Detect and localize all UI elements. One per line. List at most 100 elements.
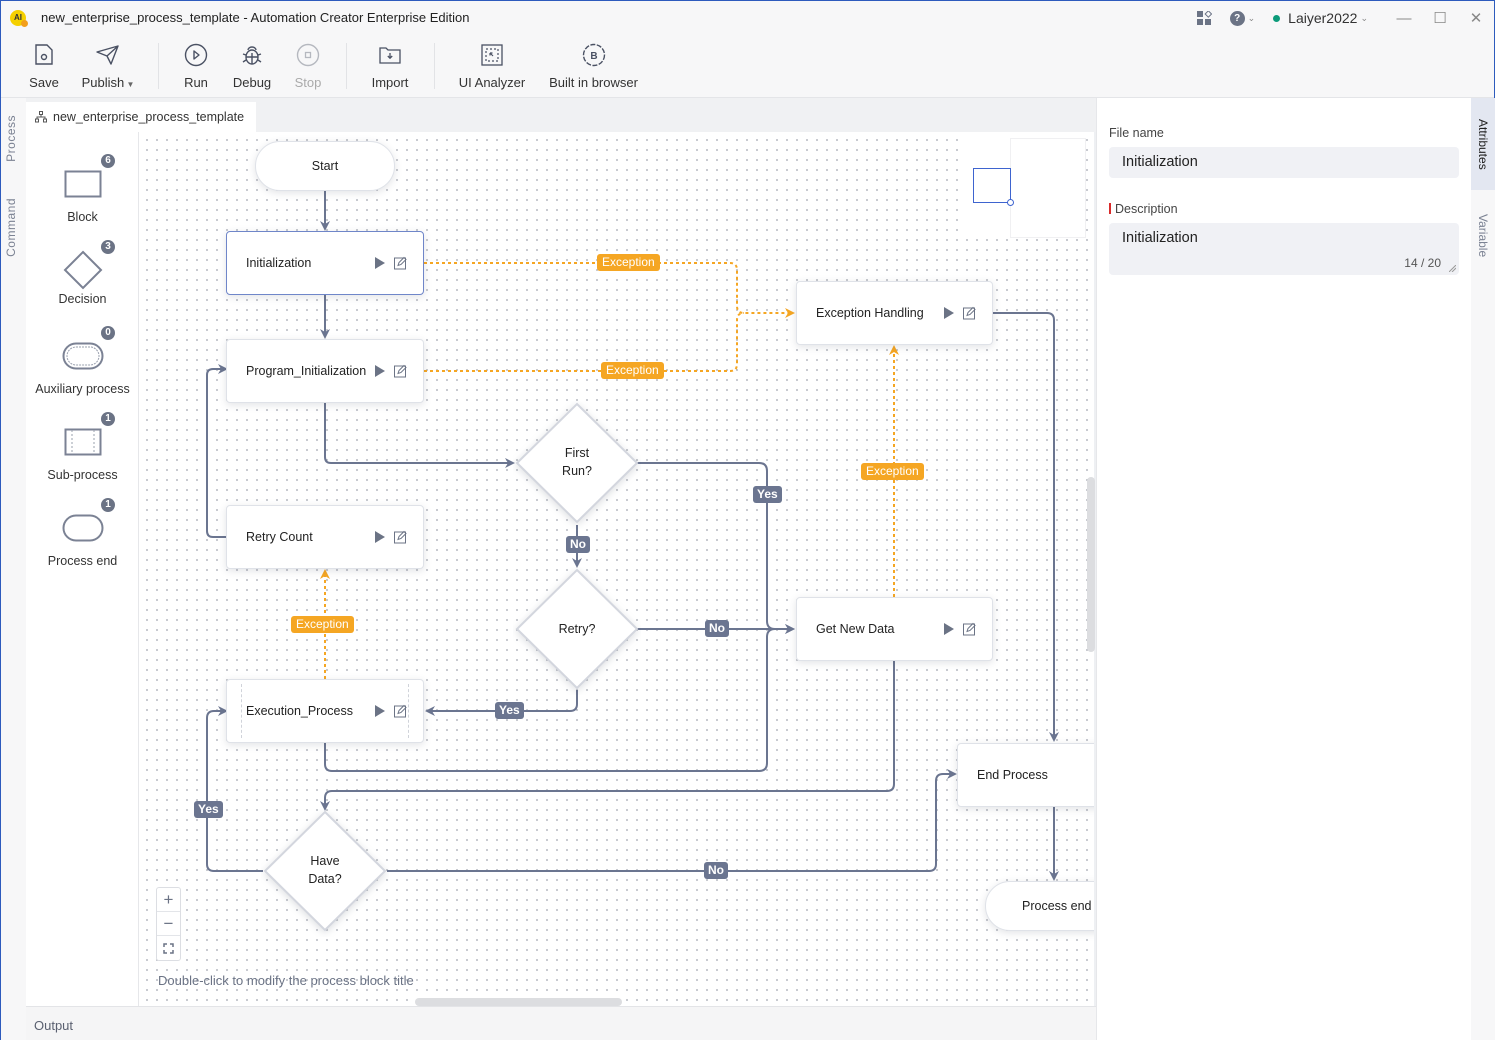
decision-label: Retry? bbox=[558, 622, 596, 636]
block-title: Program_Initialization bbox=[246, 364, 367, 378]
block-program-initialization[interactable]: Program_Initialization bbox=[226, 339, 424, 403]
publish-icon bbox=[96, 45, 119, 65]
run-block-icon[interactable] bbox=[944, 623, 954, 635]
file-name-input[interactable]: Initialization bbox=[1109, 147, 1459, 178]
minimap[interactable] bbox=[965, 135, 1086, 238]
exception-label: Exception bbox=[291, 616, 354, 633]
resize-handle-icon[interactable] bbox=[1449, 265, 1456, 272]
flowchart-icon bbox=[35, 111, 47, 123]
debug-button[interactable]: Debug bbox=[230, 41, 274, 90]
edit-icon[interactable] bbox=[394, 530, 407, 544]
browser-icon: B bbox=[582, 43, 605, 67]
palette-item-decision[interactable]: 3 Decision bbox=[26, 240, 139, 306]
toolbar-divider bbox=[434, 43, 435, 89]
palette-item-block[interactable]: 6 Block bbox=[26, 154, 139, 224]
help-menu[interactable]: ? ⌄ bbox=[1229, 10, 1255, 26]
edit-icon[interactable] bbox=[963, 622, 976, 636]
close-button[interactable]: ✕ bbox=[1458, 9, 1494, 27]
flow-canvas[interactable]: Start Initialization Program_Initializat… bbox=[139, 132, 1096, 1006]
exception-label: Exception bbox=[597, 254, 660, 271]
edge-program-init-exception[interactable] bbox=[424, 312, 745, 372]
document-tab-bar: new_enterprise_process_template bbox=[26, 98, 1096, 132]
fit-screen-icon bbox=[163, 942, 174, 954]
block-title: Initialization bbox=[246, 256, 312, 270]
tab-variable[interactable]: Variable bbox=[1471, 190, 1495, 282]
block-icon bbox=[64, 170, 101, 198]
ui-analyzer-icon bbox=[481, 44, 503, 66]
run-block-icon[interactable] bbox=[375, 531, 385, 543]
count-badge: 1 bbox=[101, 498, 115, 512]
run-icon bbox=[184, 43, 208, 67]
subprocess-marker bbox=[241, 684, 242, 738]
online-status-icon bbox=[1273, 14, 1281, 22]
block-exception-handling[interactable]: Exception Handling bbox=[796, 281, 993, 345]
horizontal-scrollbar[interactable] bbox=[415, 998, 622, 1006]
block-retry-count[interactable]: Retry Count bbox=[226, 505, 424, 569]
import-button[interactable]: Import bbox=[367, 41, 413, 90]
minimize-button[interactable]: — bbox=[1386, 10, 1422, 27]
built-in-browser-button[interactable]: B Built in browser bbox=[546, 41, 641, 90]
publish-button[interactable]: Publish ▼ bbox=[79, 41, 137, 90]
block-end-process[interactable]: End Process bbox=[957, 743, 1096, 807]
palette-label: Decision bbox=[58, 292, 107, 306]
edit-icon[interactable] bbox=[394, 364, 407, 378]
fit-to-screen-button[interactable] bbox=[157, 936, 180, 960]
zoom-controls: + − bbox=[156, 887, 181, 961]
process-end-node[interactable]: Process end bbox=[985, 881, 1096, 931]
tab-attributes[interactable]: Attributes bbox=[1471, 98, 1495, 190]
subprocess-marker bbox=[408, 684, 409, 738]
run-block-icon[interactable] bbox=[375, 705, 385, 717]
tab-process[interactable]: Process bbox=[4, 115, 18, 162]
zoom-out-button[interactable]: − bbox=[157, 912, 180, 936]
apps-button[interactable] bbox=[1196, 10, 1212, 26]
tab-command[interactable]: Command bbox=[4, 198, 18, 257]
required-marker bbox=[1109, 203, 1111, 214]
start-node[interactable]: Start bbox=[255, 141, 395, 191]
palette-label: Block bbox=[67, 210, 98, 224]
block-initialization[interactable]: Initialization bbox=[226, 231, 424, 295]
run-block-icon[interactable] bbox=[375, 257, 385, 269]
save-button[interactable]: Save bbox=[27, 41, 61, 90]
user-name: Laiyer2022 bbox=[1288, 10, 1358, 26]
bug-icon bbox=[242, 46, 262, 65]
edit-icon[interactable] bbox=[394, 256, 407, 270]
block-title: Retry Count bbox=[246, 530, 313, 544]
exception-label: Exception bbox=[601, 362, 664, 379]
help-icon: ? bbox=[1229, 10, 1245, 26]
canvas-hint: Double-click to modify the process block… bbox=[158, 973, 414, 988]
edit-icon[interactable] bbox=[963, 306, 976, 320]
output-panel[interactable]: Output bbox=[26, 1006, 1096, 1040]
description-textarea[interactable]: Initialization 14 / 20 bbox=[1109, 223, 1459, 275]
subprocess-execution-process[interactable]: Execution_Process bbox=[226, 679, 424, 743]
no-label: No bbox=[704, 862, 728, 879]
document-tab[interactable]: new_enterprise_process_template bbox=[26, 102, 256, 132]
dropdown-arrow-icon: ▼ bbox=[124, 80, 135, 89]
left-side-tabs: Process Command bbox=[1, 98, 26, 1040]
edit-icon[interactable] bbox=[394, 704, 407, 718]
minimap-viewport[interactable] bbox=[973, 168, 1011, 203]
run-block-icon[interactable] bbox=[375, 365, 385, 377]
edge-have-data-no[interactable] bbox=[387, 769, 957, 872]
run-block-icon[interactable] bbox=[944, 307, 954, 319]
edge-program-init-to-first-run[interactable] bbox=[324, 403, 515, 468]
run-button[interactable]: Run bbox=[181, 41, 211, 90]
zoom-in-button[interactable]: + bbox=[157, 888, 180, 912]
decision-icon bbox=[63, 250, 102, 290]
stop-button[interactable]: Stop bbox=[292, 41, 324, 90]
maximize-button[interactable]: ☐ bbox=[1422, 9, 1458, 27]
description-label: Description bbox=[1109, 202, 1178, 216]
palette-item-auxiliary-process[interactable]: 0 Auxiliary process bbox=[26, 326, 139, 396]
no-label: No bbox=[705, 620, 729, 637]
minimap-page bbox=[1010, 138, 1086, 238]
ui-analyzer-button[interactable]: UI Analyzer bbox=[456, 41, 528, 90]
process-end-icon bbox=[62, 514, 103, 542]
minimap-resize-handle[interactable] bbox=[1007, 199, 1014, 206]
edge-retry-count-to-program-init[interactable] bbox=[206, 364, 228, 538]
block-get-new-data[interactable]: Get New Data bbox=[796, 597, 993, 661]
edge-exception-handling-to-end[interactable] bbox=[993, 312, 1059, 742]
apps-grid-icon bbox=[1196, 10, 1212, 25]
user-menu[interactable]: Laiyer2022 ⌄ bbox=[1273, 10, 1368, 26]
vertical-scrollbar[interactable] bbox=[1087, 477, 1095, 652]
palette-item-process-end[interactable]: 1 Process end bbox=[26, 498, 139, 568]
palette-item-sub-process[interactable]: 1 Sub-process bbox=[26, 412, 139, 482]
